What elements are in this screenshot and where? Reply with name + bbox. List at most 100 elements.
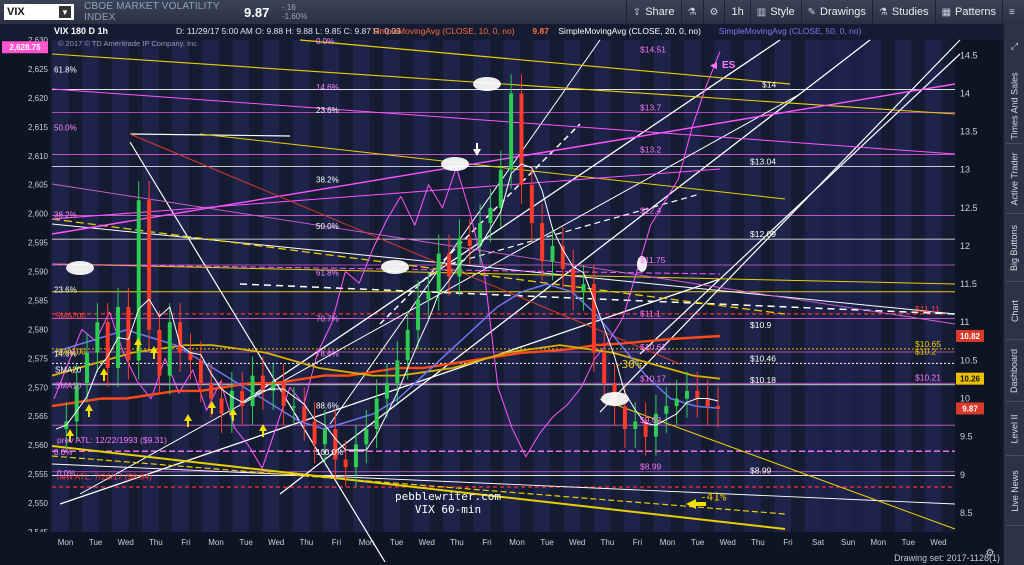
vix-candle-body: [571, 268, 576, 292]
side-tab-chart[interactable]: Chart: [1004, 282, 1024, 340]
fib-label: 23.6%: [316, 106, 339, 115]
chart-app: VIX ▼ CBOE MARKET VOLATILITY INDEX 9.87 …: [0, 0, 1024, 565]
right-axis-tick: 9.5: [960, 432, 973, 442]
x-axis-tick: Fri: [633, 538, 643, 547]
fib-label: 61.8%: [316, 268, 339, 277]
sma-legend-item: SimpleMovingAvg (CLOSE, 20, 0, no): [558, 26, 701, 36]
sma-legend-value: 9.87: [532, 26, 549, 36]
fib-label: 14.6%: [316, 83, 339, 92]
drawings-button[interactable]: ✎ Drawings: [800, 0, 872, 24]
left-axis-tick: 2,570: [28, 383, 49, 392]
x-axis-tick: Thu: [600, 538, 614, 547]
price-level-label: $10.61: [640, 342, 666, 352]
vix-candle-body: [633, 421, 638, 430]
side-tab-label: Dashboard: [1009, 348, 1020, 394]
fib-label: 78.6%: [316, 349, 339, 358]
top-toolbar: VIX ▼ CBOE MARKET VOLATILITY INDEX 9.87 …: [0, 0, 1024, 25]
price-chart[interactable]: 2,630 2,625 2,620 2,615 2,610 2,605 2,600 2,595…: [0, 24, 1003, 565]
vix-candle-body: [529, 184, 534, 224]
x-axis-tick: Wed: [720, 538, 736, 547]
timeframe-button[interactable]: 1h: [724, 0, 749, 24]
candles-icon: ▥: [756, 6, 767, 18]
left-axis-tick: 2,555: [28, 470, 49, 479]
ohlc-readout: D: 11/29/17 5:00 AM O: 9.88 H: 9.88 L: 9…: [176, 26, 401, 36]
side-tab-label: Active Trader: [1009, 152, 1020, 206]
vix-candle-body: [312, 421, 317, 445]
session-band: [744, 40, 761, 532]
pencil-icon: ✎: [807, 6, 817, 18]
pivot-marker: [381, 260, 409, 274]
right-price-badge-text: 10.26: [960, 375, 981, 384]
session-band: [112, 40, 129, 532]
vix-candle-body: [581, 284, 586, 292]
vix-candle-body: [209, 383, 214, 399]
left-axis-tick: 2,580: [28, 325, 49, 334]
side-tab-level-ii[interactable]: Level II: [1004, 402, 1024, 456]
fib-label: 100.0%: [316, 448, 343, 457]
x-axis-tick: Wed: [569, 538, 585, 547]
session-band: [924, 40, 942, 532]
side-tab-big-buttons[interactable]: Big Buttons: [1004, 214, 1024, 282]
left-axis-tick: 2,565: [28, 412, 49, 421]
prev-atl-label: prev ATL: 12/22/1993 ($9.31): [57, 435, 167, 445]
right-axis-tick: 12: [960, 241, 970, 251]
x-axis-tick: Tue: [902, 538, 916, 547]
session-band: [864, 40, 882, 532]
vix-candle-body: [467, 238, 472, 246]
vix-candle-body: [250, 375, 255, 407]
watermark-site: pebblewriter.com: [395, 490, 501, 503]
side-tab-strip: Times And Sales Active Trader Big Buttons C…: [1003, 24, 1024, 565]
es-arrow-icon: ◀: [710, 60, 717, 70]
vix-candle-body: [105, 322, 110, 368]
x-axis-tick: Mon: [870, 538, 886, 547]
x-axis-tick: Fri: [332, 538, 342, 547]
pct-annotation: -41%: [700, 491, 727, 504]
symbol-selector[interactable]: VIX ▼: [4, 4, 74, 20]
x-axis-tick: Tue: [691, 538, 705, 547]
right-axis-tick: 11: [960, 317, 969, 327]
menu-button[interactable]: ≡: [1002, 0, 1024, 24]
vix-candle-body: [602, 352, 607, 384]
flask-button[interactable]: ⚗: [680, 0, 703, 24]
pct-annotation: -30%: [615, 358, 642, 371]
net-change: -.16: [282, 3, 296, 12]
studies-button[interactable]: ⚗ Studies: [871, 0, 935, 24]
vix-candle-body: [716, 406, 720, 409]
x-axis-tick: Thu: [450, 538, 464, 547]
price-level-label: $14: [762, 80, 776, 90]
right-axis-tick: 12.5: [960, 203, 978, 213]
right-axis-tick: 13.5: [960, 127, 978, 137]
chevron-down-icon[interactable]: ▼: [59, 6, 71, 18]
session-band: [443, 40, 460, 532]
x-axis-tick: Tue: [540, 538, 554, 547]
pivot-marker: [441, 157, 469, 171]
gear-button[interactable]: ⚙: [702, 0, 725, 24]
watermark-subtitle: VIX 60-min: [415, 503, 481, 516]
patterns-button[interactable]: ▦ Patterns: [934, 0, 1002, 24]
side-tab-active-trader[interactable]: Active Trader: [1004, 144, 1024, 214]
side-tab-dashboard[interactable]: Dashboard: [1004, 340, 1024, 402]
vix-candle-body: [695, 390, 700, 399]
vix-candle-body: [302, 406, 307, 422]
right-axis-bg: [955, 40, 1003, 562]
price-level-label: $10.2: [915, 347, 937, 357]
left-axis-tick: 2,550: [28, 499, 49, 508]
vix-candle-body: [281, 383, 286, 407]
share-button[interactable]: ⇪ Share: [625, 0, 681, 24]
fib-label: 50.0%: [316, 222, 339, 231]
vix-candle-body: [705, 398, 710, 407]
sma-label: SMA100: [55, 347, 86, 356]
vix-candle-body: [405, 329, 410, 361]
price-level-label: $10.21: [915, 372, 941, 382]
side-tab-times-and-sales[interactable]: Times And Sales: [1004, 68, 1024, 144]
vix-candle-body: [488, 207, 493, 224]
style-button[interactable]: ▥ Style: [749, 0, 801, 24]
collapse-panel-icon[interactable]: ⤢: [1004, 28, 1024, 64]
side-tab-label: Big Buttons: [1009, 224, 1020, 272]
pivot-marker: [473, 77, 501, 91]
side-tab-separator: [1006, 525, 1023, 526]
side-tab-live-news[interactable]: Live News: [1004, 456, 1024, 526]
x-axis-tick: Mon: [208, 538, 224, 547]
chart-canvas[interactable]: 2,6302,6252,6202,6152,6102,6052,6002,595…: [0, 24, 1003, 565]
flask-icon: ⚗: [687, 6, 697, 18]
